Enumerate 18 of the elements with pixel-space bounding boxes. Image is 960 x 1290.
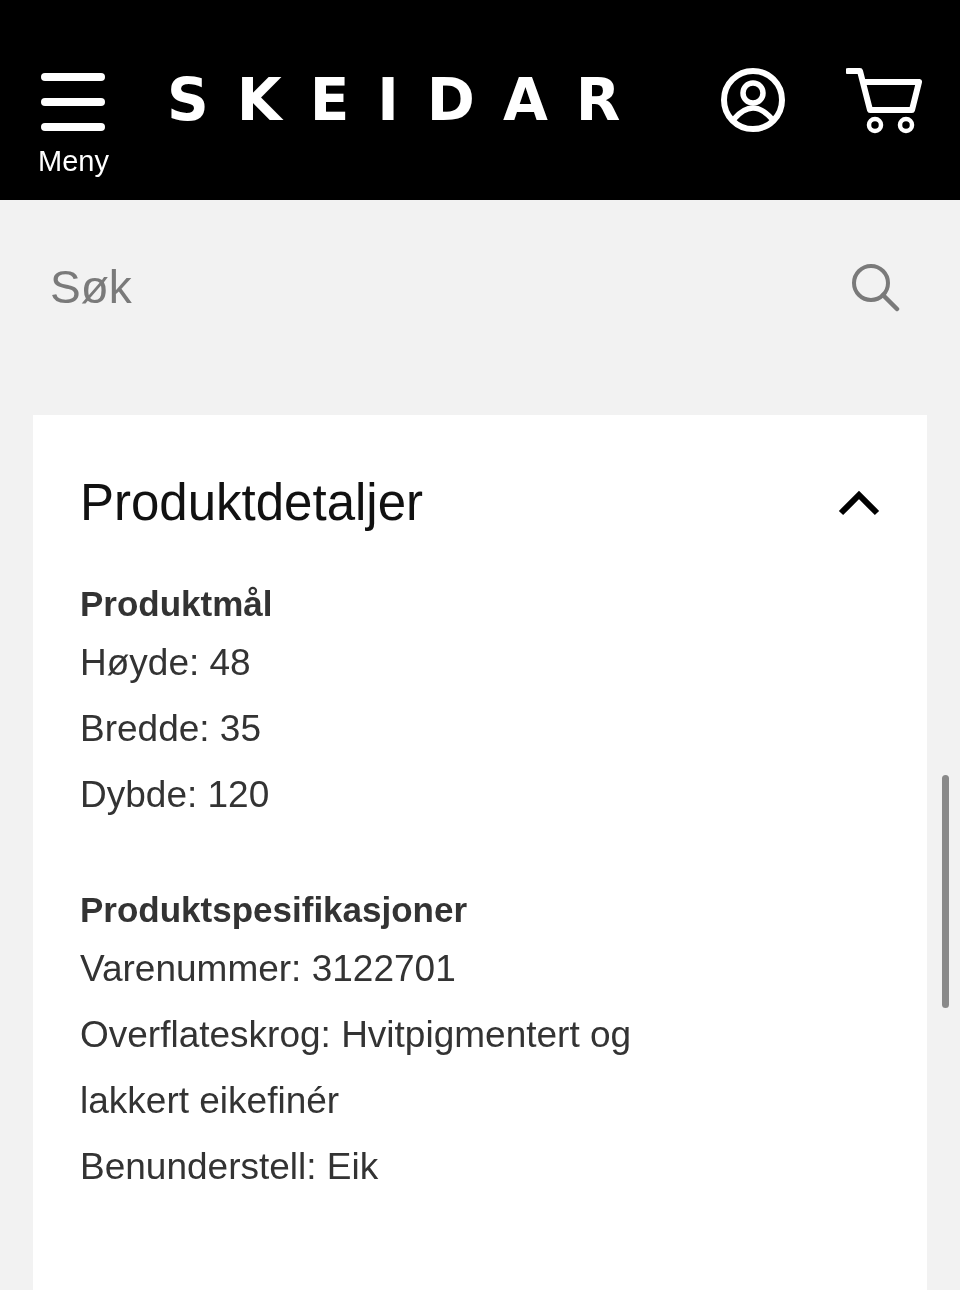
logo[interactable]: SKEIDAR [166,66,649,134]
section-title[interactable]: Produktdetaljer [80,473,424,532]
detail-line: Høyde: 48 [80,641,252,685]
section-heading: Produktspesifikasjoner [80,889,469,931]
cart-icon[interactable] [846,66,922,134]
search-field[interactable]: Søk [50,260,850,314]
detail-line: Bredde: 35 [80,707,263,751]
search-icon[interactable] [850,262,900,312]
scrollbar[interactable] [942,775,949,1008]
user-icon[interactable] [720,67,786,133]
section-heading: Produktmål [80,583,274,625]
menu-button[interactable]: Meny [38,72,109,178]
menu-icon [41,72,106,131]
chevron-icon[interactable] [837,488,881,517]
detail-line: Overflateskrog: Hvitpigmentert og lakkert eikefinér [80,1013,633,1123]
detail-line: Dybde: 120 [80,773,271,817]
detail-line: Varenummer: 3122701 [80,947,457,991]
detail-line: Benunderstell: Eik [80,1145,380,1189]
